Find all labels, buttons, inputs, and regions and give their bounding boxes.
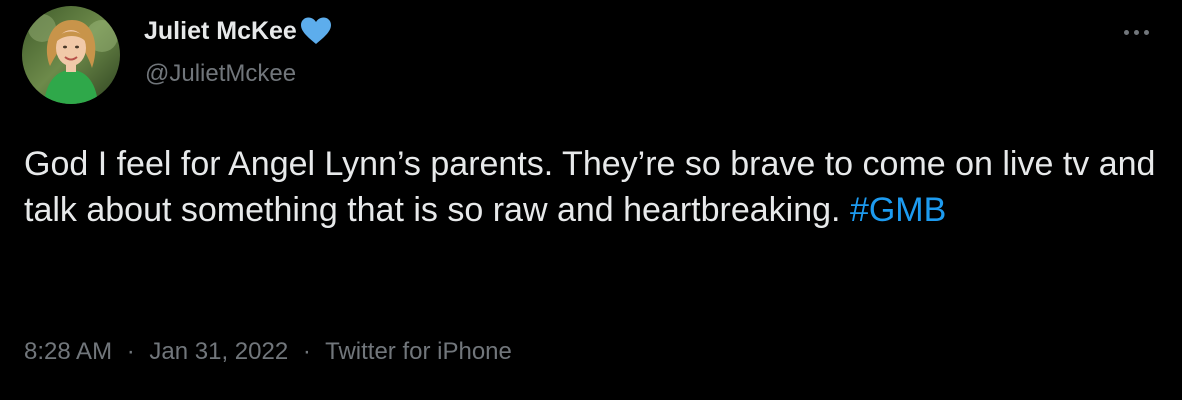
avatar[interactable] (22, 6, 120, 104)
tweet-date[interactable]: Jan 31, 2022 (149, 338, 288, 365)
tweet-text: God I feel for Angel Lynn’s parents. The… (24, 141, 1164, 233)
tweet-metadata: 8:28 AM · Jan 31, 2022 · Twitter for iPh… (24, 338, 512, 366)
blue-heart-icon (299, 16, 333, 46)
author-name-row: Juliet McKee (144, 14, 333, 48)
tweet-source[interactable]: Twitter for iPhone (325, 338, 512, 365)
display-name[interactable]: Juliet McKee (144, 17, 297, 46)
tweet-time[interactable]: 8:28 AM (24, 338, 112, 365)
meta-separator: · (302, 338, 311, 365)
more-horizontal-icon (1133, 29, 1139, 35)
tweet-body-text: God I feel for Angel Lynn’s parents. The… (24, 145, 1156, 229)
tweet-card: Juliet McKee @JulietMckee God I feel for… (0, 0, 1182, 400)
more-horizontal-icon (1123, 29, 1129, 35)
hashtag-link[interactable]: #GMB (850, 191, 946, 229)
more-horizontal-icon (1143, 29, 1149, 35)
avatar-image (22, 6, 120, 104)
meta-separator: · (126, 338, 135, 365)
more-options-button[interactable] (1114, 22, 1158, 42)
user-handle[interactable]: @JulietMckee (145, 60, 296, 88)
